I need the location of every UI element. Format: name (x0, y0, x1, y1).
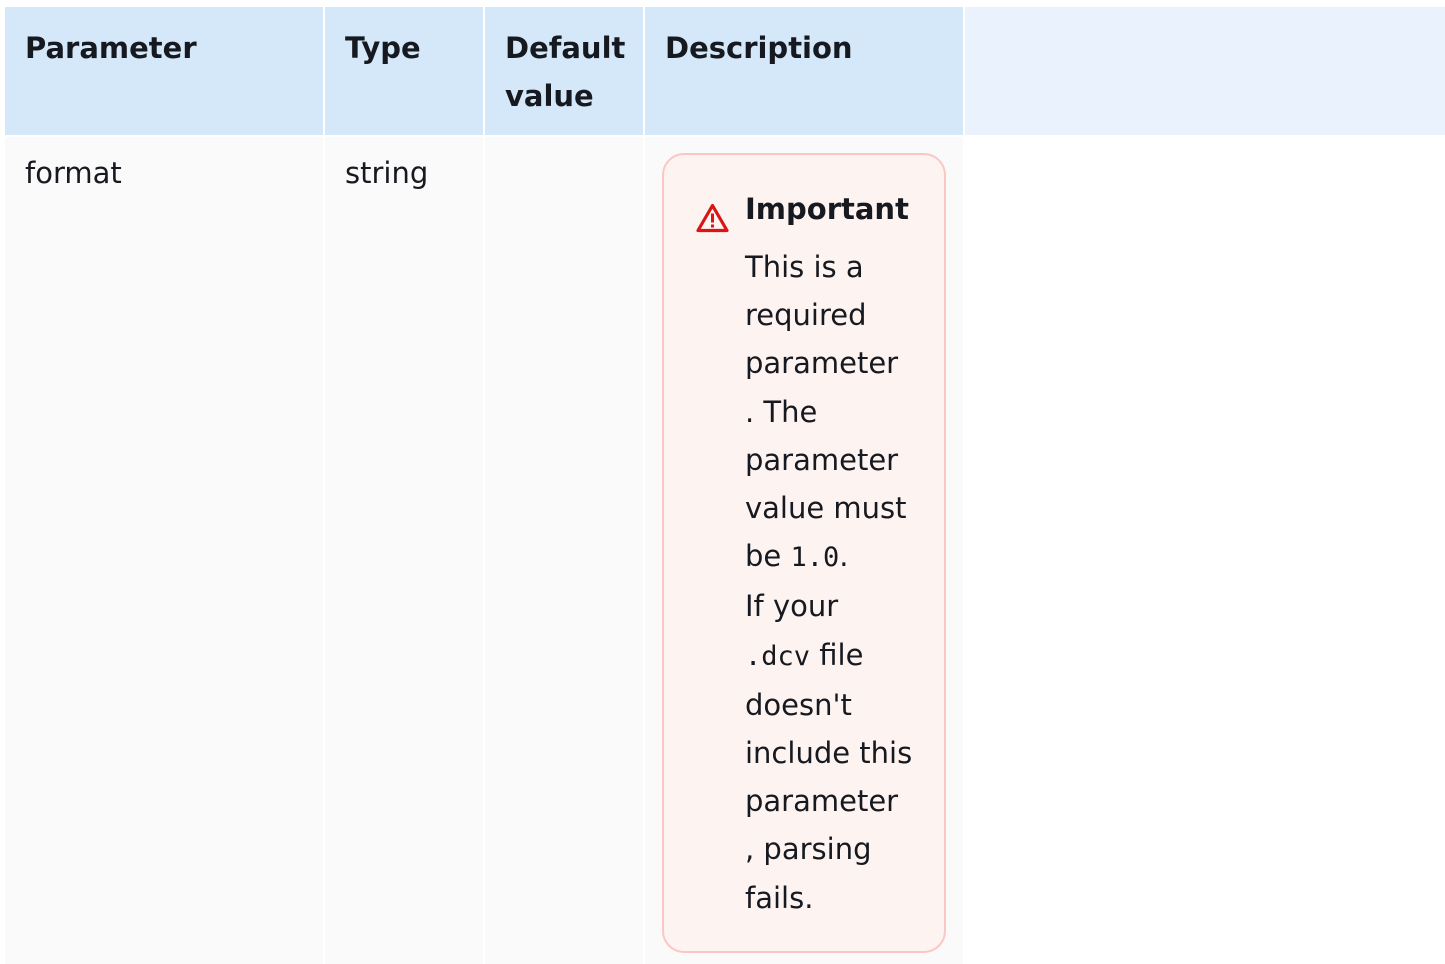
header-description: Description (645, 7, 963, 135)
table-header-row: Parameter Type Default value Description (0, 7, 1445, 135)
alert-title: Important (745, 192, 909, 226)
alert-text-line: This is a (745, 250, 864, 284)
alert-text-line: parameter (745, 442, 899, 477)
table-row: format string Important This is a requir… (0, 137, 965, 964)
alert-text-line: parameter (745, 784, 899, 819)
alert-text-line: , parsing (745, 832, 872, 867)
warning-triangle-icon (696, 203, 729, 233)
header-default-label-line2: value (505, 79, 594, 113)
header-type: Type (325, 7, 483, 135)
header-parameter-label: Parameter (25, 31, 197, 65)
header-default-label-line1: Default (505, 31, 626, 65)
cell-parameter: format (5, 137, 323, 964)
alert-text-line: be 1.0. (745, 532, 935, 582)
inline-code-version: 1.0 (790, 542, 840, 574)
parameter-type: string (345, 156, 429, 190)
header-empty-area (965, 7, 1445, 135)
header-default-value: Default value (485, 7, 643, 135)
important-alert: Important This is a required parameter .… (662, 153, 946, 953)
header-type-label: Type (345, 31, 421, 65)
alert-body: This is a required parameter . The param… (745, 243, 935, 922)
alert-text-line: doesn't (745, 687, 852, 722)
cell-type: string (325, 137, 483, 964)
alert-text-line: fails. (745, 880, 814, 915)
alert-text-line: include this (745, 736, 913, 771)
parameter-name: format (25, 156, 122, 190)
alert-text-line: required (745, 298, 867, 333)
alert-text-fragment: be (745, 539, 791, 574)
header-parameter: Parameter (5, 7, 323, 135)
cell-description: Important This is a required parameter .… (645, 137, 963, 964)
cell-default-value (485, 137, 643, 964)
alert-text-fragment: . (839, 539, 849, 574)
alert-text-fragment: file (810, 637, 864, 672)
alert-text-line: .dcv file (745, 631, 935, 681)
alert-text-line: value must (745, 491, 907, 526)
parameters-table: Parameter Type Default value Description… (0, 0, 1445, 964)
alert-text-line: If your (745, 589, 839, 624)
inline-code-extension: .dcv (745, 640, 811, 672)
alert-text-line: parameter (745, 346, 899, 381)
alert-text-line: . The (745, 394, 818, 429)
header-description-label: Description (665, 31, 853, 65)
